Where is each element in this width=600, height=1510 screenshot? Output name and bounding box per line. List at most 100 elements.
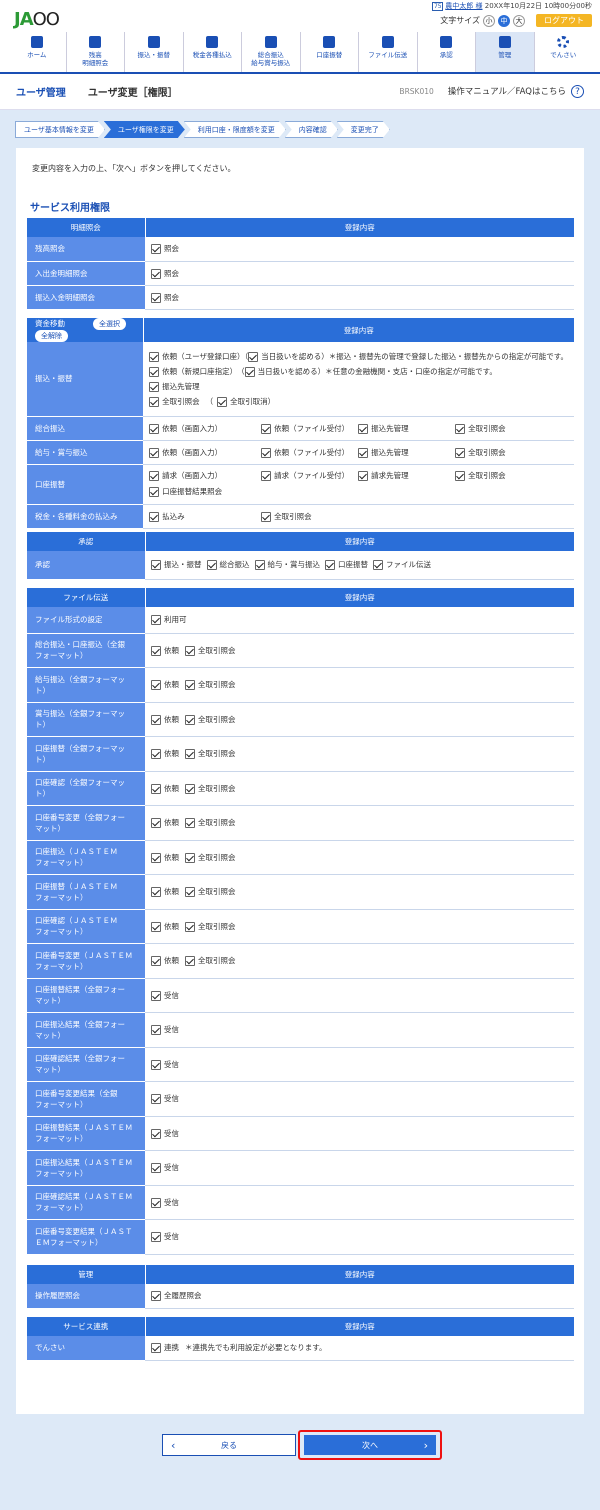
checkbox-checked[interactable] (455, 447, 466, 458)
checkbox-checked[interactable] (149, 396, 160, 407)
nav-item-3[interactable]: 税金各種払込 (184, 32, 242, 72)
checkbox-checked[interactable] (149, 423, 160, 434)
checkbox-item[interactable]: 全取引照会 (185, 749, 236, 760)
checkbox-checked[interactable] (151, 268, 161, 279)
checkbox-item[interactable]: 振込先管理 (149, 381, 200, 392)
checkbox-item[interactable]: 依頼（画面入力） (149, 447, 261, 458)
font-size-medium-button[interactable]: 中 (498, 14, 510, 27)
checkbox-checked[interactable] (149, 351, 160, 362)
checkbox-item[interactable]: 全取引照会 (185, 714, 236, 725)
checkbox-item[interactable]: 全取引照会 (455, 447, 506, 458)
checkbox-item[interactable]: 口座振替結果照会 (149, 486, 222, 497)
checkbox-checked[interactable] (149, 447, 160, 458)
checkbox-checked[interactable] (185, 714, 195, 725)
checkbox-checked[interactable] (151, 1128, 161, 1139)
checkbox-item[interactable]: 照会 (151, 268, 179, 279)
checkbox-checked[interactable] (151, 244, 161, 255)
checkbox-item[interactable]: 依頼（新規口座指定） （ (149, 366, 245, 377)
checkbox-item[interactable]: ファイル伝送 (373, 560, 431, 571)
checkbox-checked[interactable] (358, 423, 369, 434)
checkbox-item[interactable]: 照会 (151, 292, 179, 303)
nav-item-6[interactable]: ファイル伝送 (359, 32, 418, 72)
checkbox-item[interactable]: 依頼（ユーザ登録口座）（ (149, 351, 248, 362)
checkbox-checked[interactable] (261, 423, 272, 434)
checkbox-checked[interactable] (149, 486, 160, 497)
checkbox-item[interactable]: 依頼 (151, 680, 179, 691)
checkbox-item[interactable]: 受信 (151, 990, 179, 1001)
checkbox-item[interactable]: 依頼 (151, 852, 179, 863)
checkbox-checked[interactable] (151, 1197, 161, 1208)
checkbox-checked[interactable] (185, 680, 195, 691)
checkbox-item[interactable]: 全取引照会 (185, 956, 236, 967)
checkbox-item[interactable]: 依頼 (151, 714, 179, 725)
checkbox-item[interactable]: 依頼 (151, 956, 179, 967)
user-name-link[interactable]: 農中太郎 様 (445, 2, 482, 10)
checkbox-item[interactable]: 全取引照会 (185, 680, 236, 691)
checkbox-item[interactable]: 払込み (149, 511, 261, 522)
checkbox-item[interactable]: 全取引照会 (149, 396, 200, 407)
checkbox-item[interactable]: 受信 (151, 1059, 179, 1070)
checkbox-checked[interactable] (185, 818, 195, 829)
checkbox-item[interactable]: 受信 (151, 1197, 179, 1208)
checkbox-checked[interactable] (151, 852, 161, 863)
checkbox-checked[interactable] (151, 1025, 161, 1036)
font-size-small-button[interactable]: 小 (483, 14, 495, 27)
checkbox-checked[interactable] (358, 447, 369, 458)
checkbox-item[interactable]: 振込先管理 (358, 423, 455, 434)
logout-button[interactable]: ログアウト (536, 14, 592, 27)
checkbox-checked[interactable] (151, 1343, 161, 1354)
checkbox-checked[interactable] (254, 560, 265, 571)
checkbox-checked[interactable] (151, 921, 161, 932)
checkbox-checked[interactable] (185, 887, 195, 898)
help-icon[interactable]: ? (571, 85, 584, 98)
checkbox-item[interactable]: 全取引照会 (185, 818, 236, 829)
checkbox-item[interactable]: 依頼（ファイル受付） (261, 423, 358, 434)
checkbox-item[interactable]: 請求先管理 (358, 470, 455, 481)
nav-item-0[interactable]: ホーム (8, 32, 67, 72)
checkbox-checked[interactable] (149, 511, 160, 522)
checkbox-item[interactable]: 依頼（ファイル受付） (261, 447, 358, 458)
checkbox-item[interactable]: 受信 (151, 1094, 179, 1105)
checkbox-checked[interactable] (185, 852, 195, 863)
nav-item-7[interactable]: 承認 (418, 32, 476, 72)
checkbox-item[interactable]: 依頼 (151, 749, 179, 760)
checkbox-checked[interactable] (151, 1291, 161, 1302)
select-all-button[interactable]: 全選択 (93, 318, 126, 330)
checkbox-item[interactable]: 振込先管理 (358, 447, 455, 458)
checkbox-item[interactable]: 全取引照会 (455, 470, 506, 481)
checkbox-checked[interactable] (185, 645, 195, 656)
checkbox-checked[interactable] (217, 396, 228, 407)
checkbox-item[interactable]: 口座振替 (325, 560, 368, 571)
checkbox-checked[interactable] (248, 351, 259, 362)
checkbox-item[interactable]: 受信 (151, 1163, 179, 1174)
nav-item-4[interactable]: 総合振込 給与賞与振込 (242, 32, 301, 72)
checkbox-checked[interactable] (151, 887, 161, 898)
checkbox-checked[interactable] (151, 615, 161, 626)
checkbox-item[interactable]: 受信 (151, 1232, 179, 1243)
checkbox-checked[interactable] (206, 560, 217, 571)
checkbox-item[interactable]: 全取引照会 (455, 423, 506, 434)
checkbox-item[interactable]: 当日扱いを認める (244, 366, 318, 377)
next-button[interactable]: 次へ › (304, 1435, 436, 1455)
checkbox-checked[interactable] (151, 1163, 161, 1174)
nav-item-2[interactable]: 振込・振替 (125, 32, 184, 72)
checkbox-item[interactable]: 依頼 (151, 818, 179, 829)
checkbox-checked[interactable] (244, 366, 255, 377)
nav-item-1[interactable]: 残高 明細照会 (67, 32, 125, 72)
checkbox-checked[interactable] (261, 511, 272, 522)
nav-item-9[interactable]: でんさい (535, 32, 593, 72)
checkbox-item[interactable]: 連携 (151, 1343, 179, 1354)
checkbox-checked[interactable] (151, 680, 161, 691)
checkbox-item[interactable]: 依頼 (151, 887, 179, 898)
checkbox-item[interactable]: 依頼 (151, 921, 179, 932)
checkbox-checked[interactable] (151, 292, 161, 303)
checkbox-checked[interactable] (151, 645, 161, 656)
nav-item-8[interactable]: 管理 (476, 32, 535, 72)
font-size-large-button[interactable]: 大 (513, 14, 525, 27)
checkbox-item[interactable]: 受信 (151, 1128, 179, 1139)
logo[interactable]: JAOO (14, 9, 60, 30)
deselect-all-button[interactable]: 全解除 (35, 330, 68, 342)
checkbox-item[interactable]: 全取引照会 (261, 511, 312, 522)
checkbox-item[interactable]: 請求（ファイル受付） (261, 470, 358, 481)
checkbox-item[interactable]: 利用可 (151, 615, 187, 626)
